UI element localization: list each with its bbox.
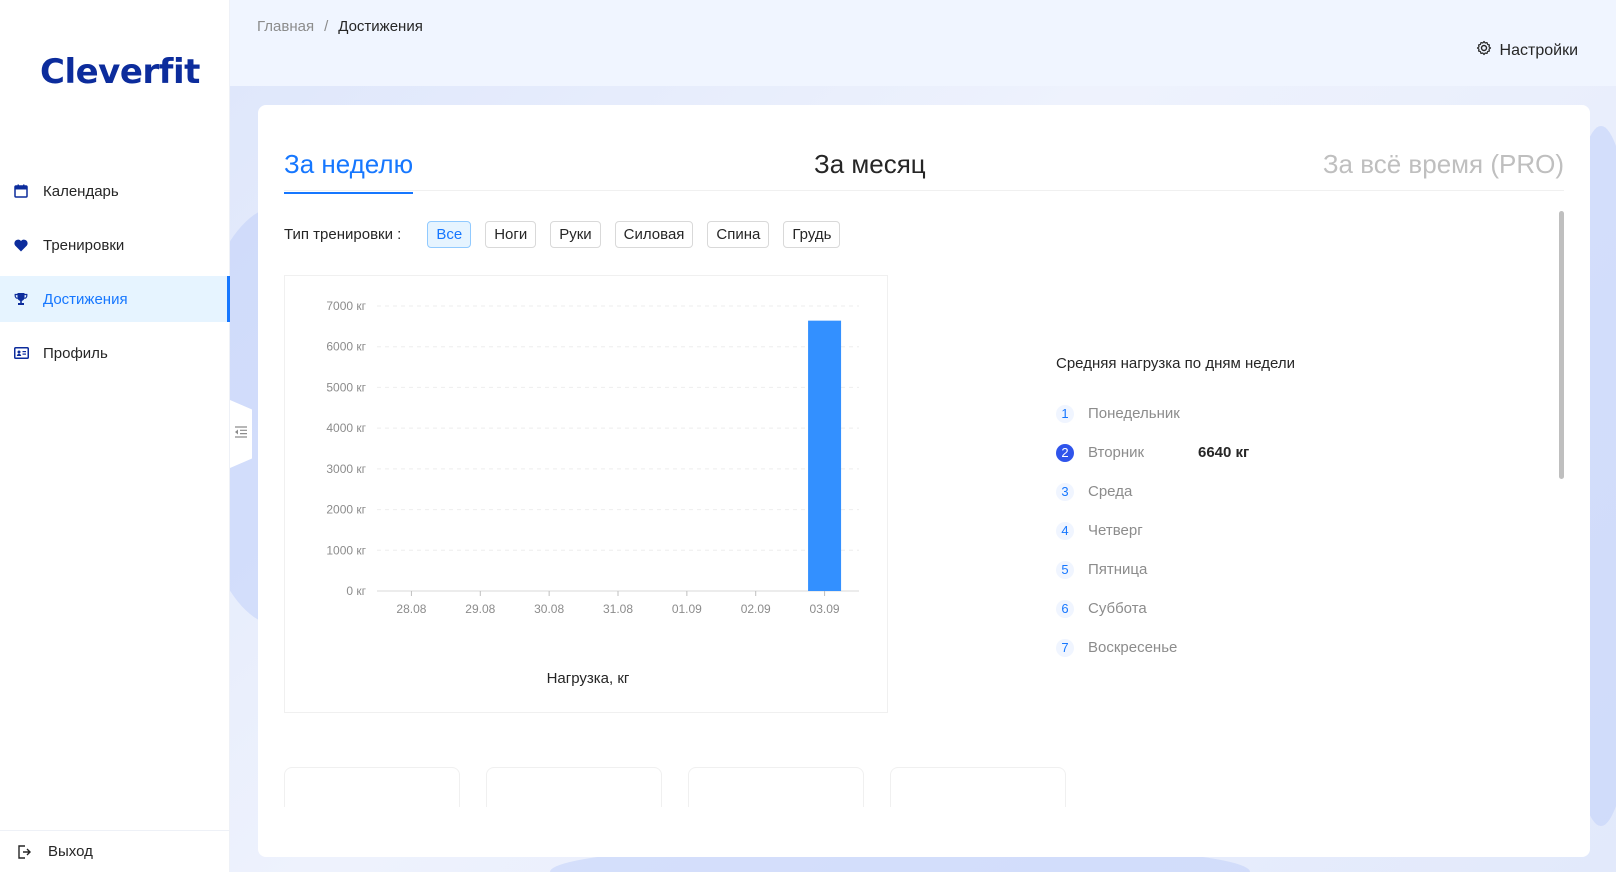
list-item: 5 Пятница <box>1056 550 1306 589</box>
y-tick-label: 2000 кг <box>326 503 366 517</box>
x-tick-label: 02.09 <box>741 602 771 616</box>
filter-tag-all[interactable]: Все <box>427 221 472 248</box>
y-tick-label: 6000 кг <box>326 340 366 354</box>
logout-label: Выход <box>48 843 93 860</box>
header: Главная / Достижения Настройки <box>230 0 1616 86</box>
summary-card <box>284 767 460 807</box>
sidebar-item-achievements[interactable]: Достижения <box>0 276 230 322</box>
stat-day-name: Четверг <box>1088 522 1143 539</box>
settings-label: Настройки <box>1499 41 1578 59</box>
period-tabs: За неделю За месяц За всё время (PRO) <box>284 143 1564 194</box>
stat-day-name: Суббота <box>1088 600 1147 617</box>
stat-index: 5 <box>1056 560 1074 579</box>
list-item: 1 Понедельник <box>1056 394 1306 433</box>
x-axis-label: Нагрузка, кг <box>547 670 630 687</box>
list-item: 6 Суббота <box>1056 589 1306 628</box>
menu-fold-icon <box>234 425 248 443</box>
sidebar-item-label: Тренировки <box>43 236 125 254</box>
load-chart-svg: 0 кг 1000 кг 2000 кг 3000 кг 4000 кг 5000 кг 6… <box>326 299 859 687</box>
chart-bar <box>808 320 842 591</box>
stat-index: 2 <box>1056 443 1074 462</box>
x-tick-label: 03.09 <box>810 602 840 616</box>
y-tick-label: 5000 кг <box>326 380 366 394</box>
list-item: 7 Воскресенье <box>1056 628 1306 667</box>
breadcrumb-current: Достижения <box>338 18 423 35</box>
tab-week[interactable]: За неделю <box>284 149 414 194</box>
stat-day-name: Пятница <box>1088 561 1148 578</box>
y-tick-label: 7000 кг <box>326 299 366 313</box>
filter-tag-back[interactable]: Спина <box>707 221 770 248</box>
sidebar-collapse-button[interactable] <box>230 400 252 468</box>
x-tick-label: 30.08 <box>534 602 564 616</box>
achievements-card: За неделю За месяц За всё время (PRO) Ти… <box>258 105 1590 857</box>
weekday-average-list: Средняя нагрузка по дням недели 1 Понеде… <box>1056 353 1306 667</box>
list-item: 2 Вторник 6640 кг <box>1056 433 1306 472</box>
sidebar-nav: Календарь Тренировки Достижения Профиль <box>0 168 230 384</box>
x-tick-label: 01.09 <box>672 602 702 616</box>
y-tick-label: 1000 кг <box>326 543 366 557</box>
x-tick-label: 31.08 <box>603 602 633 616</box>
list-item: 4 Четверг <box>1056 511 1306 550</box>
calendar-icon <box>13 183 29 199</box>
summary-card <box>486 767 662 807</box>
summary-cards <box>284 767 1066 807</box>
sidebar-item-profile[interactable]: Профиль <box>0 330 230 376</box>
filter-tag-chest[interactable]: Грудь <box>783 221 841 248</box>
filter-tag-legs[interactable]: Ноги <box>485 221 537 248</box>
scrollbar[interactable] <box>1559 211 1564 479</box>
tab-all-time[interactable]: За всё время (PRO) <box>1323 149 1564 180</box>
sidebar: Cleverfit Календарь Тренировки Достижени… <box>0 0 230 872</box>
filter-tag-strength[interactable]: Силовая <box>614 221 694 248</box>
load-chart: 0 кг 1000 кг 2000 кг 3000 кг 4000 кг 5000 кг 6… <box>284 275 888 713</box>
heart-icon <box>13 237 29 253</box>
list-item: 3 Среда <box>1056 472 1306 511</box>
stat-day-name: Среда <box>1088 483 1133 500</box>
stat-index: 6 <box>1056 599 1074 618</box>
stat-index: 4 <box>1056 521 1074 540</box>
breadcrumb-separator: / <box>324 18 329 35</box>
logout-button[interactable]: Выход <box>0 830 230 872</box>
summary-card <box>890 767 1066 807</box>
breadcrumb: Главная / Достижения <box>257 18 423 35</box>
stat-index: 7 <box>1056 638 1074 657</box>
x-tick-label: 29.08 <box>465 602 495 616</box>
sidebar-item-workouts[interactable]: Тренировки <box>0 222 230 268</box>
stat-index: 3 <box>1056 482 1074 501</box>
logo[interactable]: Cleverfit <box>40 52 200 92</box>
breadcrumb-home[interactable]: Главная <box>257 18 314 35</box>
sidebar-item-calendar[interactable]: Календарь <box>0 168 230 214</box>
sidebar-item-label: Профиль <box>43 344 108 362</box>
logout-icon <box>16 844 32 860</box>
y-tick-label: 3000 кг <box>326 462 366 476</box>
filter-label: Тип тренировки : <box>284 226 402 243</box>
y-tick-label: 0 кг <box>346 584 366 598</box>
workout-type-filter: Тип тренировки : Все Ноги Руки Силовая С… <box>284 221 854 248</box>
sidebar-item-label: Достижения <box>43 290 128 308</box>
stat-day-name: Понедельник <box>1088 405 1180 422</box>
summary-card <box>688 767 864 807</box>
stat-day-name: Воскресенье <box>1088 639 1178 656</box>
x-tick-label: 28.08 <box>396 602 426 616</box>
stats-title: Средняя нагрузка по дням недели <box>1056 355 1295 372</box>
id-card-icon <box>13 345 29 361</box>
gear-icon <box>1476 40 1492 61</box>
filter-tag-arms[interactable]: Руки <box>550 221 601 248</box>
stat-day-name: Вторник <box>1088 444 1145 461</box>
stat-value: 6640 кг <box>1198 444 1250 461</box>
y-tick-label: 4000 кг <box>326 421 366 435</box>
tab-month[interactable]: За месяц <box>814 149 926 180</box>
trophy-icon <box>13 291 29 307</box>
sidebar-item-label: Календарь <box>43 182 119 200</box>
settings-button[interactable]: Настройки <box>1476 40 1578 61</box>
stat-index: 1 <box>1056 404 1074 423</box>
